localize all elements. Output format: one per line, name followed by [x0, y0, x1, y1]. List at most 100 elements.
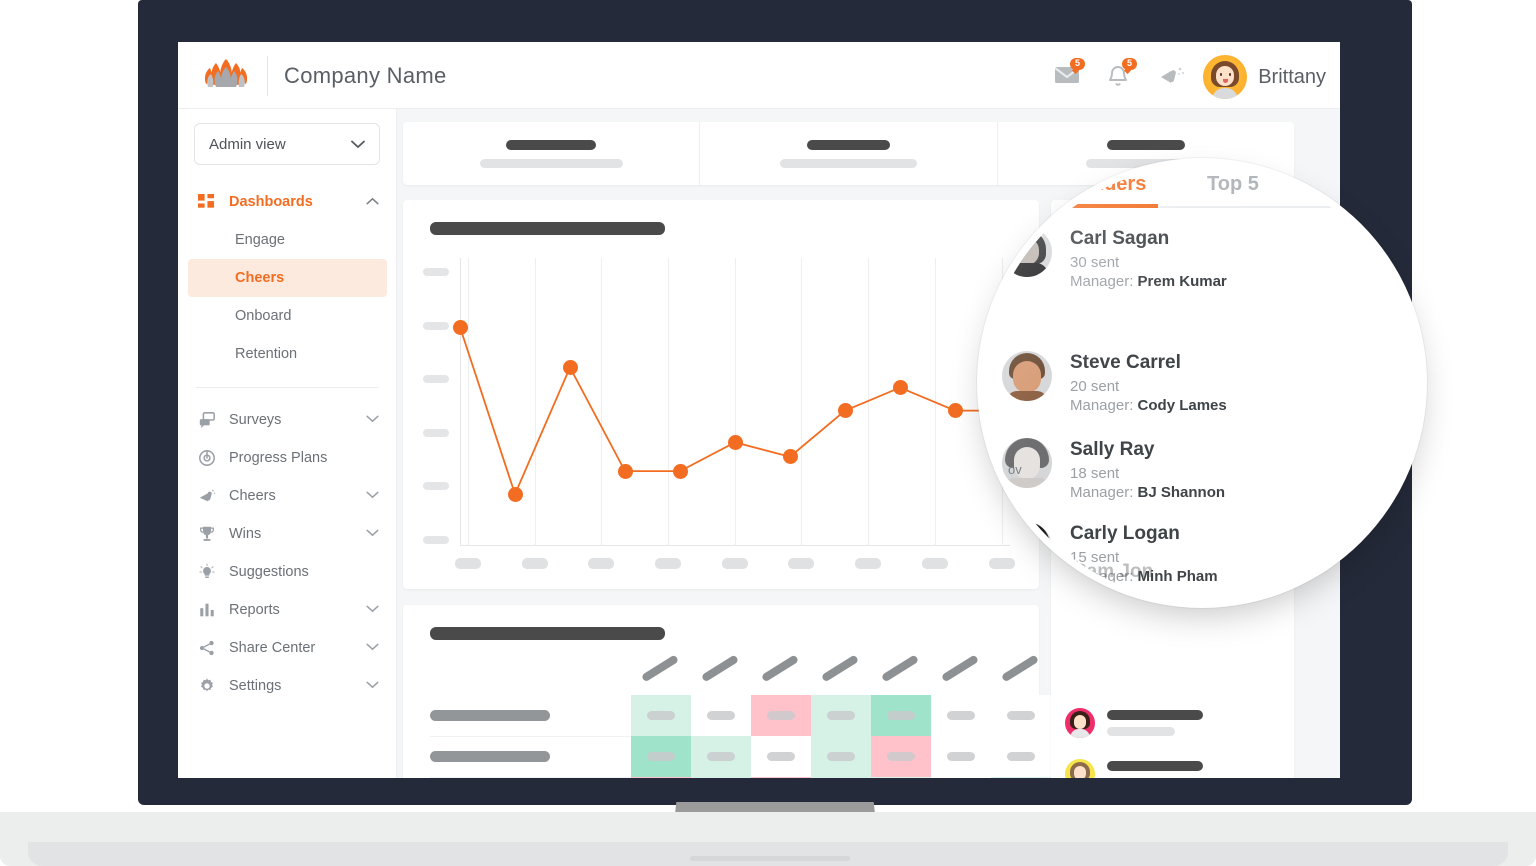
bell-badge: 5	[1122, 58, 1137, 70]
table-title-placeholder	[430, 627, 665, 640]
heatmap-cell[interactable]	[931, 777, 991, 778]
heatmap-cell-placeholder	[767, 752, 795, 761]
sidebar-item-progress-plans[interactable]: Progress Plans	[178, 439, 397, 477]
chart-x-tick-placeholder	[855, 558, 882, 569]
trophy-icon	[197, 525, 216, 544]
header-icon-group: 5 5	[1054, 58, 1186, 94]
heatmap-cell[interactable]	[631, 777, 691, 778]
sidebar-item-suggestions[interactable]: Suggestions	[178, 553, 397, 591]
sender-avatar	[1002, 351, 1052, 401]
manager-name: Prem Kumar	[1137, 272, 1227, 290]
stat-label-placeholder	[779, 158, 917, 168]
manager-name: Cody Lames	[1137, 396, 1227, 414]
heatmap-cell-placeholder	[827, 752, 855, 761]
heatmap-cell[interactable]	[811, 695, 871, 736]
heatmap-cell[interactable]	[871, 695, 931, 736]
sidebar-label-progress-plans: Progress Plans	[229, 450, 328, 466]
chart-data-point[interactable]	[947, 403, 963, 419]
stat-value-placeholder	[1106, 139, 1185, 150]
chart-data-point[interactable]	[727, 434, 743, 450]
lightbulb-icon	[197, 563, 216, 582]
heatmap-cell[interactable]	[691, 695, 751, 736]
sender-row[interactable]: Carl Sagan 30 sent Manager: Prem Kumar	[1002, 227, 1227, 290]
sidebar-label-reports: Reports	[229, 602, 280, 618]
sidebar-label-cheers-dashboard: Cheers	[235, 270, 285, 286]
heatmap-cell[interactable]	[691, 736, 751, 777]
sidebar-nav: Dashboards Engage Cheers Onboard Retenti…	[178, 183, 397, 705]
heatmap-cell[interactable]	[991, 695, 1051, 736]
chart-data-point[interactable]	[562, 359, 578, 375]
chart-data-point[interactable]	[672, 463, 688, 479]
stat-card[interactable]	[699, 122, 996, 185]
sidebar-item-surveys[interactable]: Surveys	[178, 401, 397, 439]
heatmap-cell[interactable]	[751, 777, 811, 778]
header-divider	[267, 56, 268, 96]
line-chart-plot[interactable]	[423, 258, 1015, 569]
sender-row-cut-off: Sam Jon	[1074, 561, 1154, 582]
heatmap-cell[interactable]	[751, 736, 811, 777]
active-tab-underline-magnified	[1010, 204, 1158, 208]
chart-title-placeholder	[430, 222, 665, 235]
sidebar-item-retention[interactable]: Retention	[188, 335, 387, 373]
view-selector[interactable]: Admin view	[194, 123, 380, 165]
heatmap-cell[interactable]	[691, 777, 751, 778]
heatmap-column-header	[640, 654, 680, 683]
sender-row[interactable]: Steve Carrel 20 sent Manager: Cody Lames	[1002, 351, 1227, 414]
heatmap-cell[interactable]	[991, 777, 1051, 778]
sidebar-item-dashboards[interactable]: Dashboards	[178, 183, 397, 221]
sidebar-item-engage[interactable]: Engage	[188, 221, 387, 259]
chart-data-point[interactable]	[452, 319, 468, 335]
sidebar-label-cheers: Cheers	[229, 488, 276, 504]
manager-label: Manager:	[1070, 272, 1134, 290]
sender-row[interactable]: Sally Ray 18 sent Manager: BJ Shannon	[1002, 438, 1225, 501]
stat-card[interactable]	[403, 122, 699, 185]
sidebar-item-share-center[interactable]: Share Center	[178, 629, 397, 667]
chart-y-tick-placeholder	[423, 268, 449, 276]
chart-data-point[interactable]	[782, 449, 798, 465]
sidebar-item-settings[interactable]: Settings	[178, 667, 397, 705]
sidebar-item-onboard[interactable]: Onboard	[188, 297, 387, 335]
chart-data-point[interactable]	[617, 463, 633, 479]
tab-top-5-secondary-magnified[interactable]: Top 5	[1207, 173, 1259, 196]
sidebar-item-wins[interactable]: Wins	[178, 515, 397, 553]
heatmap-cell[interactable]	[931, 695, 991, 736]
laptop-trackpad-notch	[690, 856, 850, 861]
heatmap-cell[interactable]	[871, 777, 931, 778]
user-menu[interactable]: Brittany	[1203, 55, 1326, 99]
sidebar-item-reports[interactable]: Reports	[178, 591, 397, 629]
heatmap-table-card	[403, 605, 1051, 778]
sender-sent-count: 20 sent	[1070, 377, 1120, 395]
heatmap-cell[interactable]	[811, 777, 871, 778]
avatar	[1065, 708, 1095, 738]
heatmap-cell[interactable]	[631, 736, 691, 777]
heatmap-cell[interactable]	[631, 695, 691, 736]
user-name: Brittany	[1258, 65, 1326, 88]
chart-x-tick-placeholder	[521, 558, 548, 569]
heatmap-cell[interactable]	[931, 736, 991, 777]
stat-label-placeholder	[479, 158, 623, 168]
lotus-logo[interactable]	[198, 54, 254, 98]
chart-data-point[interactable]	[837, 403, 853, 419]
list-item[interactable]	[1065, 708, 1203, 738]
heatmap-cell[interactable]	[871, 736, 931, 777]
stat-value-placeholder	[506, 139, 597, 150]
chart-data-point[interactable]	[507, 486, 523, 502]
heatmap-column-header	[760, 654, 800, 683]
sidebar-item-cheers[interactable]: Cheers	[178, 477, 397, 515]
heatmap-cell-placeholder	[887, 752, 915, 761]
chevron-down-icon	[366, 528, 379, 540]
chart-data-point[interactable]	[892, 380, 908, 396]
megaphone-icon[interactable]	[1158, 64, 1186, 90]
heatmap-cell[interactable]	[811, 736, 871, 777]
heatmap-row-label	[430, 751, 550, 762]
sidebar-item-cheers-dashboard[interactable]: Cheers	[188, 259, 387, 297]
mail-icon[interactable]: 5	[1054, 58, 1085, 90]
survey-icon	[197, 411, 216, 430]
tab-top-5-senders-magnified[interactable]: Top 5 Senders	[1010, 173, 1146, 196]
heatmap-cell-placeholder	[887, 711, 915, 720]
heatmap-cell[interactable]	[991, 736, 1051, 777]
bell-icon[interactable]: 5	[1106, 58, 1137, 90]
list-item[interactable]	[1065, 759, 1203, 778]
heatmap-cell[interactable]	[751, 695, 811, 736]
heatmap-column-header	[880, 654, 920, 683]
